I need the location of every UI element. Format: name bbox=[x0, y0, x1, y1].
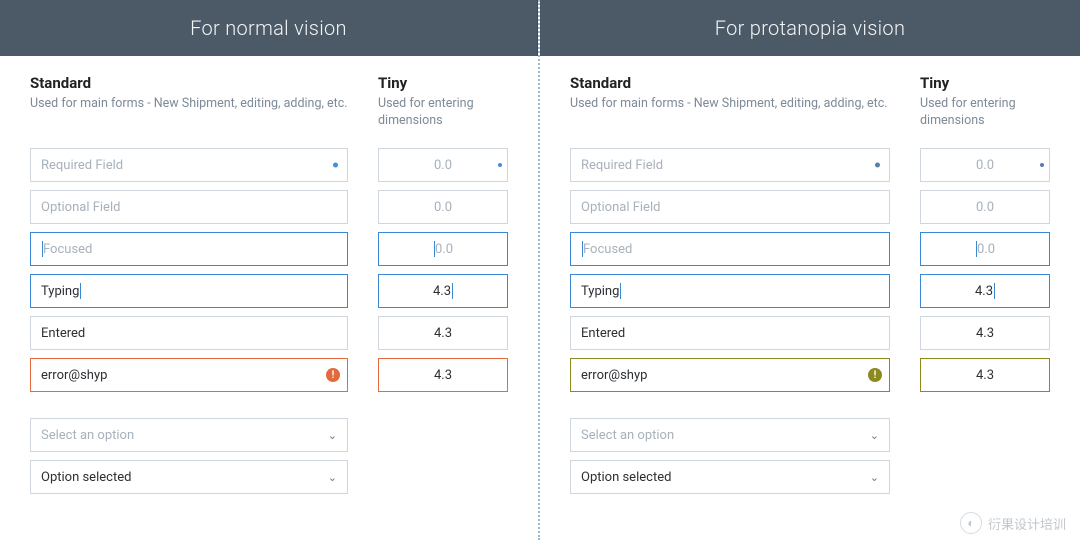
tiny-title: Tiny bbox=[920, 74, 1050, 92]
standard-title: Standard bbox=[570, 74, 890, 92]
watermark-text: 衍果设计培训 bbox=[988, 514, 1066, 533]
focused-field-placeholder: Focused bbox=[583, 242, 632, 257]
tiny-optional-input[interactable]: 0.0 bbox=[920, 190, 1050, 224]
required-indicator-dot bbox=[333, 163, 338, 168]
standard-desc: Used for main forms - New Shipment, edit… bbox=[30, 96, 348, 130]
chevron-down-icon: ⌄ bbox=[870, 429, 879, 442]
tiny-error-input[interactable]: 4.3 bbox=[378, 358, 508, 392]
chevron-down-icon: ⌄ bbox=[870, 471, 879, 484]
entered-field-value: Entered bbox=[581, 326, 625, 341]
tiny-focused-value: 0.0 bbox=[977, 242, 995, 257]
error-field-value: error@shyp bbox=[581, 368, 647, 383]
tiny-focused-input[interactable]: 0.0 bbox=[378, 232, 508, 266]
required-field-placeholder: Required Field bbox=[581, 158, 663, 173]
tiny-error-value: 4.3 bbox=[434, 368, 452, 383]
typing-field-value: Typing bbox=[41, 284, 79, 299]
required-field-input[interactable]: Required Field bbox=[570, 148, 890, 182]
required-indicator-dot bbox=[875, 163, 880, 168]
tiny-optional-value: 0.0 bbox=[976, 200, 994, 215]
tiny-entered-input[interactable]: 4.3 bbox=[378, 316, 508, 350]
optional-field-placeholder: Optional Field bbox=[581, 200, 660, 215]
entered-field-input[interactable]: Entered bbox=[30, 316, 348, 350]
tiny-desc: Used for entering dimensions bbox=[920, 96, 1050, 130]
tiny-required-input[interactable]: 0.0 bbox=[378, 148, 508, 182]
select-filled[interactable]: Option selected ⌄ bbox=[30, 460, 348, 494]
tiny-focused-value: 0.0 bbox=[435, 242, 453, 257]
typing-field-value: Typing bbox=[581, 284, 619, 299]
tiny-error-input[interactable]: 4.3 bbox=[920, 358, 1050, 392]
tiny-required-value: 0.0 bbox=[976, 158, 994, 173]
select-empty[interactable]: Select an option ⌄ bbox=[30, 418, 348, 452]
header-normal: For normal vision bbox=[0, 0, 538, 56]
column-tiny-protan: Tiny Used for entering dimensions 0.0 0.… bbox=[920, 74, 1050, 502]
tiny-typing-value: 4.3 bbox=[975, 284, 993, 299]
tiny-required-input[interactable]: 0.0 bbox=[920, 148, 1050, 182]
tiny-entered-value: 4.3 bbox=[434, 326, 452, 341]
standard-desc: Used for main forms - New Shipment, edit… bbox=[570, 96, 890, 130]
error-field-value: error@shyp bbox=[41, 368, 107, 383]
required-indicator-dot bbox=[498, 163, 502, 167]
required-indicator-dot bbox=[1040, 163, 1044, 167]
tiny-typing-input[interactable]: 4.3 bbox=[378, 274, 508, 308]
column-standard-protan: Standard Used for main forms - New Shipm… bbox=[570, 74, 890, 502]
column-tiny-normal: Tiny Used for entering dimensions 0.0 0.… bbox=[378, 74, 508, 502]
column-standard-normal: Standard Used for main forms - New Shipm… bbox=[30, 74, 348, 502]
tiny-error-value: 4.3 bbox=[976, 368, 994, 383]
required-field-placeholder: Required Field bbox=[41, 158, 123, 173]
panel-protanopia-vision: For protanopia vision Standard Used for … bbox=[540, 0, 1080, 540]
header-protanopia: For protanopia vision bbox=[540, 0, 1080, 56]
required-field-input[interactable]: Required Field bbox=[30, 148, 348, 182]
tiny-required-value: 0.0 bbox=[434, 158, 452, 173]
typing-field-input[interactable]: Typing bbox=[570, 274, 890, 308]
select-value: Option selected bbox=[41, 470, 131, 485]
tiny-title: Tiny bbox=[378, 74, 508, 92]
tiny-optional-value: 0.0 bbox=[434, 200, 452, 215]
entered-field-value: Entered bbox=[41, 326, 85, 341]
chevron-down-icon: ⌄ bbox=[328, 471, 337, 484]
focused-field-input[interactable]: Focused bbox=[30, 232, 348, 266]
error-field-input[interactable]: error@shyp bbox=[30, 358, 348, 392]
panel-normal-vision: For normal vision Standard Used for main… bbox=[0, 0, 540, 540]
tiny-desc: Used for entering dimensions bbox=[378, 96, 508, 130]
optional-field-placeholder: Optional Field bbox=[41, 200, 120, 215]
tiny-typing-value: 4.3 bbox=[433, 284, 451, 299]
typing-field-input[interactable]: Typing bbox=[30, 274, 348, 308]
chevron-down-icon: ⌄ bbox=[328, 429, 337, 442]
tiny-typing-input[interactable]: 4.3 bbox=[920, 274, 1050, 308]
optional-field-input[interactable]: Optional Field bbox=[570, 190, 890, 224]
watermark-icon: ◐ bbox=[960, 512, 982, 534]
standard-title: Standard bbox=[30, 74, 348, 92]
tiny-entered-input[interactable]: 4.3 bbox=[920, 316, 1050, 350]
select-placeholder: Select an option bbox=[41, 428, 134, 443]
tiny-focused-input[interactable]: 0.0 bbox=[920, 232, 1050, 266]
tiny-entered-value: 4.3 bbox=[976, 326, 994, 341]
error-icon: ! bbox=[326, 368, 340, 382]
select-empty[interactable]: Select an option ⌄ bbox=[570, 418, 890, 452]
focused-field-input[interactable]: Focused bbox=[570, 232, 890, 266]
watermark: ◐ 衍果设计培训 bbox=[960, 512, 1066, 534]
error-icon: ! bbox=[868, 368, 882, 382]
entered-field-input[interactable]: Entered bbox=[570, 316, 890, 350]
select-placeholder: Select an option bbox=[581, 428, 674, 443]
error-field-input[interactable]: error@shyp bbox=[570, 358, 890, 392]
focused-field-placeholder: Focused bbox=[43, 242, 92, 257]
tiny-optional-input[interactable]: 0.0 bbox=[378, 190, 508, 224]
select-filled[interactable]: Option selected ⌄ bbox=[570, 460, 890, 494]
optional-field-input[interactable]: Optional Field bbox=[30, 190, 348, 224]
select-value: Option selected bbox=[581, 470, 671, 485]
